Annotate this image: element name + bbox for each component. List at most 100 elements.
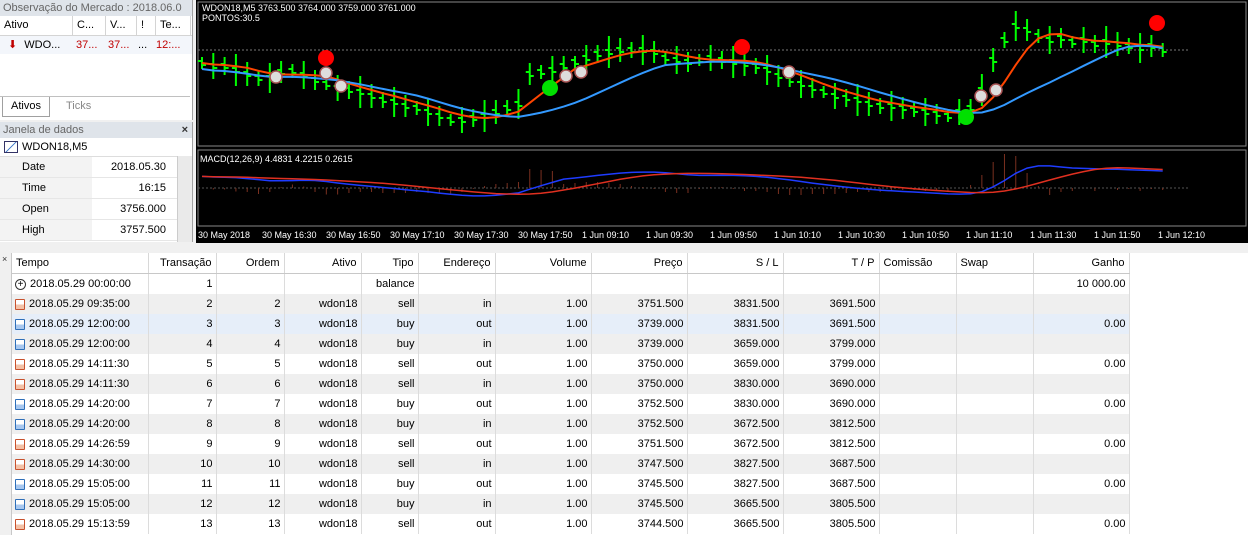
market-watch-header: Ativo C... V... ! Te... [0, 16, 192, 36]
sell-signal-dot [318, 50, 334, 66]
cell-order: 13 [216, 514, 285, 534]
cell-entry: out [418, 394, 496, 414]
column-header-symbol[interactable]: Ativo [0, 16, 73, 35]
table-row[interactable]: +2018.05.29 00:00:00 1 balance 10 000.00 [12, 273, 1130, 294]
cell-swap [956, 454, 1034, 474]
trade-marker-icon [989, 83, 1003, 97]
cell-symbol: wdon18 [284, 314, 362, 334]
time-text: 2018.05.29 14:11:30 [29, 358, 130, 370]
data-row: Date 2018.05.30 [0, 157, 192, 178]
cell-type: buy [361, 414, 419, 434]
sell-signal-dot [734, 39, 750, 55]
cell-sl [687, 273, 784, 294]
cell-type: buy [361, 334, 419, 354]
column-header-flag[interactable]: ! [137, 16, 156, 35]
column-header-time[interactable]: Te... [156, 16, 191, 35]
cell-symbol: wdon18 [284, 354, 362, 374]
column-header-tp[interactable]: T / P [783, 253, 880, 274]
table-row[interactable]: 2018.05.29 14:30:00 10 10 wdon18 sell in 1.00 3… [12, 454, 1130, 474]
cell-type: buy [361, 314, 419, 334]
bid-cell: 37... [76, 39, 98, 51]
cell-swap [956, 314, 1034, 334]
column-header-time[interactable]: Tempo [12, 253, 149, 274]
market-watch-title[interactable]: Observação do Mercado : 2018.06.0 [0, 0, 192, 16]
table-row[interactable]: 2018.05.29 15:05:00 11 11 wdon18 buy out 1.00 3… [12, 474, 1130, 494]
table-row[interactable]: 2018.05.29 14:11:30 6 6 wdon18 sell in 1.00 375… [12, 374, 1130, 394]
cell-sl: 3831.500 [687, 314, 784, 334]
data-value: 16:15 [138, 182, 166, 194]
data-window-title[interactable]: Janela de dados × [0, 122, 192, 138]
cell-entry: out [418, 434, 496, 454]
cell-entry: in [418, 494, 496, 514]
cell-swap [956, 354, 1034, 374]
column-header-price[interactable]: Preço [591, 253, 688, 274]
sell-deal-icon [15, 518, 25, 530]
time-text: 2018.05.29 15:05:00 [29, 478, 130, 490]
column-header-deal[interactable]: Transação [148, 253, 217, 274]
tab-ativos[interactable]: Ativos [2, 97, 50, 117]
column-header-type[interactable]: Tipo [361, 253, 419, 274]
table-row[interactable]: 2018.05.29 15:13:59 13 13 wdon18 sell out 1.00… [12, 514, 1130, 534]
cell-sl: 3659.000 [687, 334, 784, 354]
table-row[interactable]: 2018.05.29 12:00:00 3 3 wdon18 buy out 1.00 373… [12, 314, 1130, 334]
cell-sl: 3827.500 [687, 454, 784, 474]
table-row[interactable]: 2018.05.29 12:00:00 4 4 wdon18 buy in 1.00 3739… [12, 334, 1130, 354]
cell-commission [879, 474, 957, 494]
column-header-symbol[interactable]: Ativo [284, 253, 362, 274]
column-header-bid[interactable]: C... [73, 16, 106, 35]
cell-time: 2018.05.29 14:20:00 [12, 414, 149, 434]
cell-swap [956, 514, 1034, 534]
cell-tp: 3691.500 [783, 294, 880, 314]
cell-tp: 3799.000 [783, 354, 880, 374]
cell-sl: 3665.500 [687, 514, 784, 534]
close-icon[interactable]: × [2, 254, 7, 264]
cell-order: 7 [216, 394, 285, 414]
table-row[interactable]: 2018.05.29 14:26:59 9 9 wdon18 sell out 1.00 37… [12, 434, 1130, 454]
cell-order: 9 [216, 434, 285, 454]
column-header-sl[interactable]: S / L [687, 253, 784, 274]
data-label: Date [0, 157, 92, 177]
cell-commission [879, 374, 957, 394]
data-value: 3757.500 [120, 224, 166, 236]
table-row[interactable]: 2018.05.29 15:05:00 12 12 wdon18 buy in 1.00 37… [12, 494, 1130, 514]
cell-volume [495, 273, 592, 294]
price-chart[interactable]: WDON18,M5 3763.500 3764.000 3759.000 376… [196, 0, 1248, 243]
buy-deal-icon [15, 338, 25, 350]
tab-ticks[interactable]: Ticks [58, 97, 99, 116]
table-row[interactable]: 2018.05.29 14:20:00 8 8 wdon18 buy in 1.00 3752… [12, 414, 1130, 434]
cell-tp: 3812.500 [783, 414, 880, 434]
cell-swap [956, 474, 1034, 494]
column-header-commission[interactable]: Comissão [879, 253, 957, 274]
cell-entry: in [418, 374, 496, 394]
column-header-swap[interactable]: Swap [956, 253, 1034, 274]
market-watch-row[interactable]: ⬇ WDO... 37... 37... ... 12:... [0, 36, 192, 54]
column-header-order[interactable]: Ordem [216, 253, 285, 274]
cell-price: 3752.500 [591, 414, 688, 434]
history-panel: × mentas TempoTransaçãoOrdemAtivoTipoEnd… [0, 253, 1248, 535]
time-axis-label: 30 May 17:10 [390, 230, 445, 240]
close-icon[interactable]: × [182, 122, 188, 138]
cell-commission [879, 434, 957, 454]
table-row[interactable]: 2018.05.29 09:35:00 2 2 wdon18 sell in 1.00 375… [12, 294, 1130, 314]
cell-price: 3744.500 [591, 514, 688, 534]
trade-marker-icon [782, 65, 796, 79]
buy-deal-icon [15, 418, 25, 430]
cell-time: 2018.05.29 09:35:00 [12, 294, 149, 314]
cell-sl: 3830.000 [687, 394, 784, 414]
cell-time: 2018.05.29 12:00:00 [12, 334, 149, 354]
table-row[interactable]: 2018.05.29 14:11:30 5 5 wdon18 sell out 1.00 37… [12, 354, 1130, 374]
table-header: Tempo Transação Ordem Ativo Tipo Endereço Volu… [12, 253, 1130, 274]
table-row[interactable]: 2018.05.29 14:20:00 7 7 wdon18 buy out 1.00 375… [12, 394, 1130, 414]
column-header-ask[interactable]: V... [106, 16, 137, 35]
cell-entry: in [418, 414, 496, 434]
column-header-volume[interactable]: Volume [495, 253, 592, 274]
cell-order: 10 [216, 454, 285, 474]
column-header-profit[interactable]: Ganho [1033, 253, 1130, 274]
time-text: 2018.05.29 15:13:59 [29, 518, 130, 530]
column-header-entry[interactable]: Endereço [418, 253, 496, 274]
toolbox-side-tab[interactable]: × mentas [0, 253, 12, 535]
time-axis-label: 1 Jun 11:10 [966, 230, 1013, 240]
data-window-scrollbar[interactable] [177, 156, 192, 242]
data-window-symbol-text: WDON18,M5 [22, 141, 88, 153]
cell-price: 3745.500 [591, 494, 688, 514]
